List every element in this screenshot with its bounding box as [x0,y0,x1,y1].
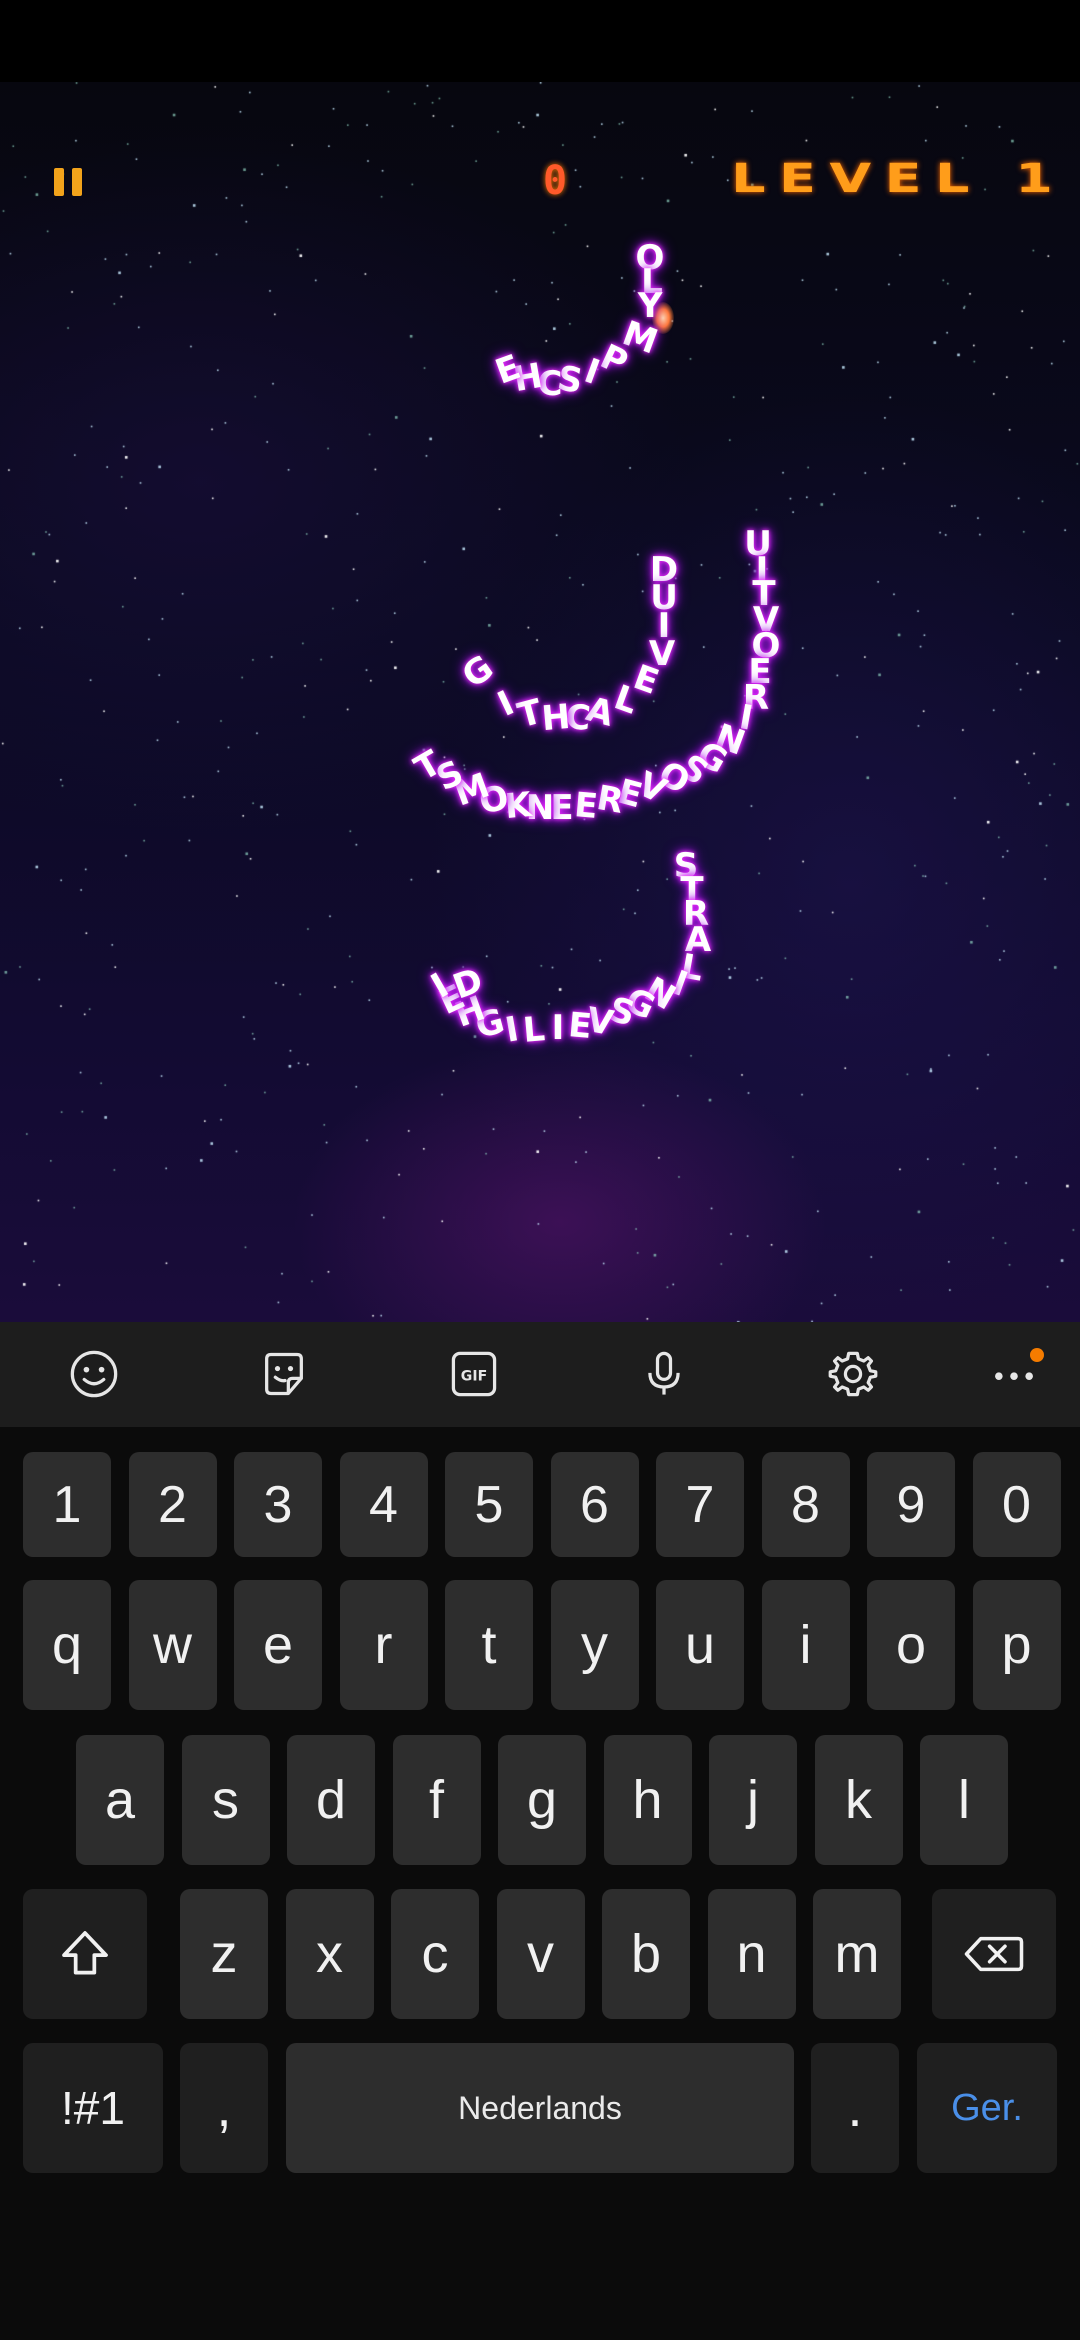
period-key[interactable]: . [811,2043,899,2173]
pause-button[interactable] [54,168,84,196]
word-letter: L [521,1009,547,1051]
status-bar [0,0,1080,82]
key-e[interactable]: e [234,1580,322,1710]
settings-icon[interactable] [823,1344,883,1404]
key-j[interactable]: j [709,1735,797,1865]
key-k[interactable]: k [814,1735,903,1865]
key-i[interactable]: i [761,1580,850,1710]
key-0[interactable]: 0 [972,1452,1061,1557]
svg-text:GIF: GIF [461,1369,487,1385]
comma-key[interactable]: , [180,2043,268,2173]
key-b[interactable]: b [602,1889,690,2019]
key-p[interactable]: p [972,1580,1061,1710]
key-q[interactable]: q [23,1580,111,1710]
key-9[interactable]: 9 [867,1452,955,1557]
keyboard-toolbar: GIF [0,1322,1080,1427]
key-w[interactable]: w [128,1580,217,1710]
key-v[interactable]: v [496,1889,585,2019]
key-h[interactable]: h [603,1735,692,1865]
sticker-icon[interactable] [254,1344,314,1404]
key-8[interactable]: 8 [761,1452,850,1557]
key-y[interactable]: y [550,1580,639,1710]
shift-key[interactable] [23,1889,147,2019]
word-letter: E [566,1005,594,1047]
key-n[interactable]: n [707,1889,796,2019]
key-f[interactable]: f [392,1735,481,1865]
score: 0 [542,158,568,204]
backspace-key[interactable] [932,1889,1056,2019]
key-2[interactable]: 2 [128,1452,217,1557]
key-x[interactable]: x [285,1889,374,2019]
word-letter: I [551,1008,565,1048]
go-key[interactable]: Ger. [917,2043,1057,2173]
emoji-icon[interactable] [64,1344,124,1404]
key-l[interactable]: l [920,1735,1008,1865]
key-3[interactable]: 3 [234,1452,322,1557]
microphone-icon[interactable] [634,1344,694,1404]
space-bar[interactable]: Nederlands [286,2043,794,2173]
keyboard: GIF 1234567890 qwertyuiop asdfghjkl zxcvbnm… [0,1322,1080,2340]
key-s[interactable]: s [181,1735,270,1865]
symbols-key[interactable]: !#1 [23,2043,163,2173]
game-area[interactable]: 0 LEVEL 1 OLYMPISCHE DUIVELACHTIG UITVOE… [0,82,1080,1322]
key-o[interactable]: o [867,1580,955,1710]
key-z[interactable]: z [180,1889,268,2019]
word-letter: E [572,785,600,827]
key-d[interactable]: d [287,1735,375,1865]
key-4[interactable]: 4 [339,1452,428,1557]
notification-dot [1030,1348,1044,1362]
key-c[interactable]: c [391,1889,479,2019]
key-7[interactable]: 7 [656,1452,744,1557]
key-6[interactable]: 6 [550,1452,639,1557]
key-g[interactable]: g [498,1735,586,1865]
key-a[interactable]: a [76,1735,164,1865]
key-1[interactable]: 1 [23,1452,111,1557]
word-letter: H [540,696,572,740]
key-m[interactable]: m [813,1889,901,2019]
gif-icon[interactable]: GIF [444,1344,504,1404]
key-5[interactable]: 5 [445,1452,533,1557]
shift-icon [62,1931,108,1975]
key-t[interactable]: t [445,1580,533,1710]
level-label: LEVEL 1 [730,156,1066,202]
key-u[interactable]: u [656,1580,744,1710]
backspace-icon [964,1936,1024,1972]
key-r[interactable]: r [339,1580,428,1710]
